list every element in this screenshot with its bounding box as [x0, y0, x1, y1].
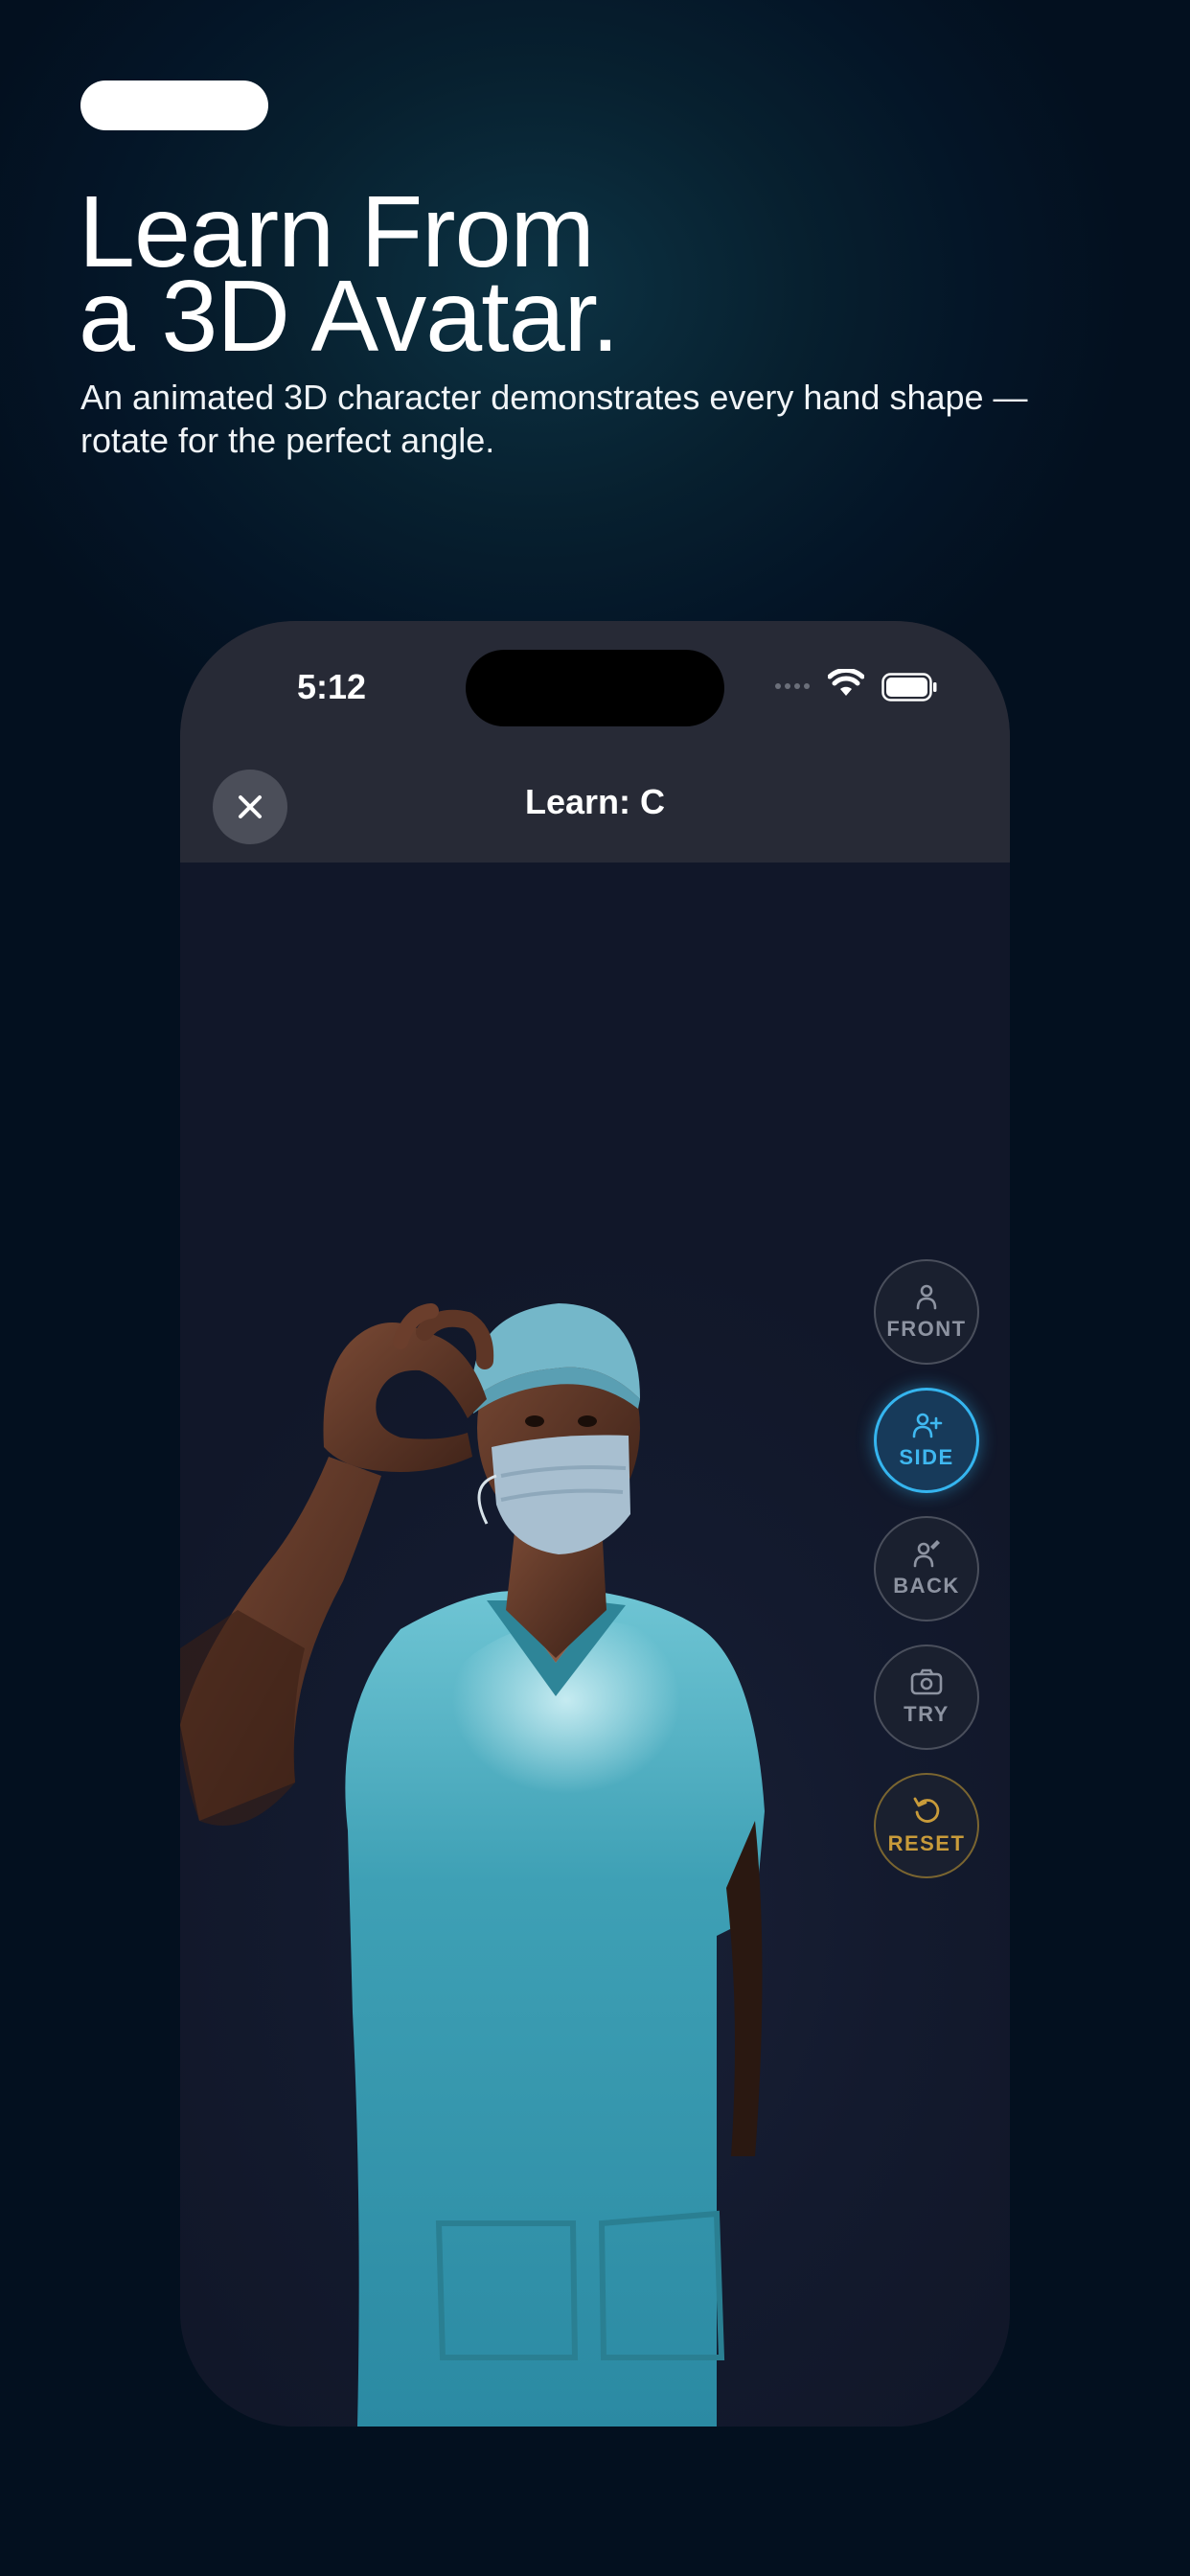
- phone-mockup: 5:12 Learn: C FRONT SIDE BACK TRY RESET: [180, 621, 1010, 2426]
- avatar-3d-model[interactable]: [180, 862, 1010, 2426]
- person-edit-icon: [913, 1540, 940, 1568]
- reset-button[interactable]: RESET: [874, 1773, 979, 1878]
- status-time: 5:12: [297, 667, 367, 706]
- signal-icon: [775, 683, 810, 689]
- headline: Learn From a 3D Avatar.: [79, 181, 620, 373]
- view-back-button[interactable]: BACK: [874, 1516, 979, 1622]
- view-side-button[interactable]: SIDE: [874, 1388, 979, 1493]
- avatar-viewport[interactable]: FRONT SIDE BACK TRY RESET: [180, 862, 1010, 2426]
- try-camera-button[interactable]: TRY: [874, 1644, 979, 1750]
- battery-icon: [881, 673, 937, 702]
- headline-line-2: a 3D Avatar.: [79, 260, 620, 373]
- badge-pill: [80, 80, 268, 130]
- try-label: TRY: [904, 1702, 950, 1726]
- person-add-icon: [912, 1413, 943, 1438]
- page-title: Learn: C: [524, 782, 666, 821]
- view-front-button[interactable]: FRONT: [874, 1259, 979, 1365]
- view-front-label: FRONT: [886, 1317, 967, 1341]
- wifi-icon: [828, 669, 864, 696]
- reset-icon: [913, 1797, 940, 1823]
- view-back-label: BACK: [893, 1574, 960, 1598]
- camera-icon: [910, 1668, 943, 1695]
- view-side-label: SIDE: [899, 1445, 954, 1469]
- person-icon: [916, 1284, 937, 1310]
- dynamic-island: [466, 650, 724, 726]
- subtitle: An animated 3D character demonstrates ev…: [80, 378, 1028, 460]
- reset-label: RESET: [887, 1831, 966, 1855]
